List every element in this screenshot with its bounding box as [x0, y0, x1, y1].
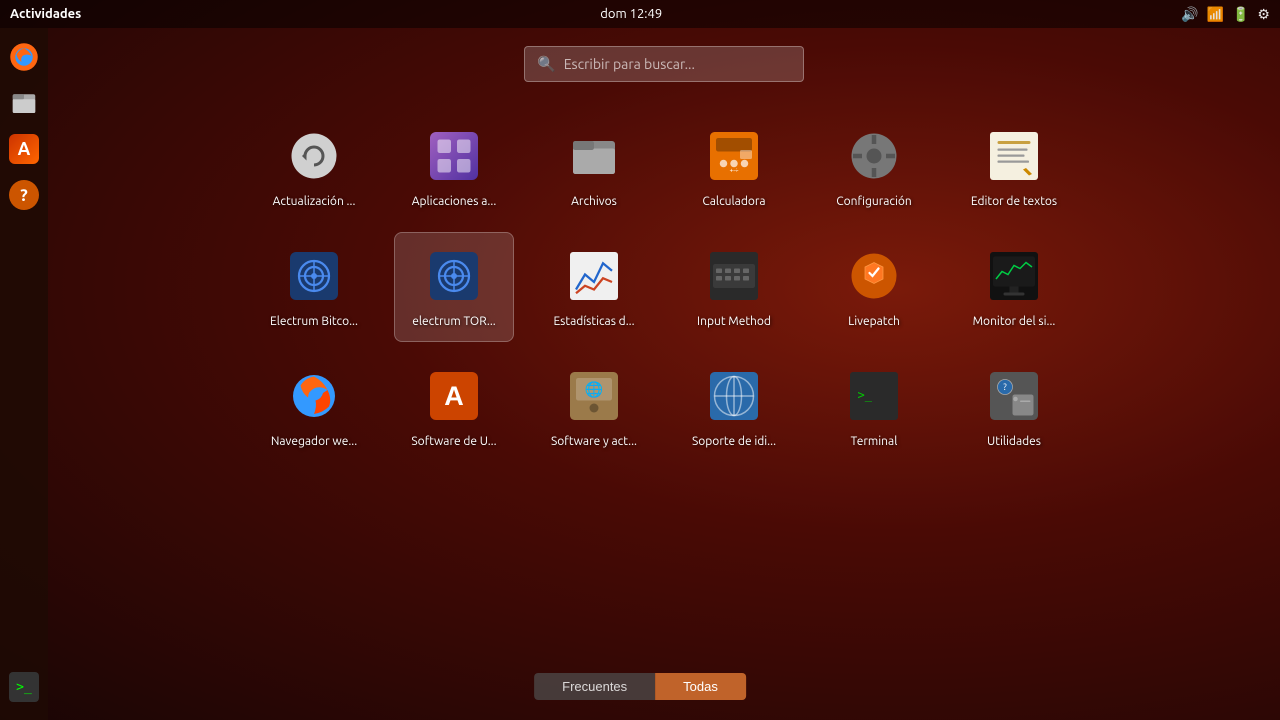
archivos-icon	[562, 124, 626, 188]
tab-todas[interactable]: Todas	[655, 673, 746, 700]
terminal-icon: >_	[842, 364, 906, 428]
inputmethod-icon	[702, 244, 766, 308]
files-icon	[9, 88, 39, 118]
help-icon: ?	[9, 180, 39, 210]
svg-text:A: A	[444, 381, 464, 411]
electrum-tor-icon	[422, 244, 486, 308]
datetime-label: dom 12:49	[600, 7, 662, 21]
app-item-soporte[interactable]: Soporte de idi...	[674, 352, 794, 462]
configuracion-label: Configuración	[836, 194, 912, 210]
settings-tray-icon[interactable]: ⚙	[1257, 6, 1270, 23]
navegador-icon	[282, 364, 346, 428]
power-icon: 🔋	[1232, 6, 1249, 23]
app-item-monitor[interactable]: Monitor del si...	[954, 232, 1074, 342]
main-content: 🔍 Escribir para buscar... Actualización …	[48, 28, 1280, 720]
app-item-software[interactable]: A Software de U...	[394, 352, 514, 462]
monitor-label: Monitor del si...	[973, 314, 1056, 330]
apps-grid: Actualización ... Aplicaciones a... Archiv…	[249, 112, 1079, 462]
firefox-icon	[9, 42, 39, 72]
svg-text:🌐: 🌐	[585, 381, 604, 399]
app-item-utilidades[interactable]: ? Utilidades	[954, 352, 1074, 462]
app-item-configuracion[interactable]: Configuración	[814, 112, 934, 222]
navegador-label: Navegador we...	[271, 434, 357, 450]
archivos-label: Archivos	[571, 194, 617, 210]
sidebar-item-help[interactable]: ?	[3, 174, 45, 216]
search-placeholder-text: Escribir para buscar...	[564, 56, 695, 72]
electrum-icon	[282, 244, 346, 308]
tab-frecuentes[interactable]: Frecuentes	[534, 673, 655, 700]
app-item-livepatch[interactable]: Livepatch	[814, 232, 934, 342]
calculadora-icon: +-÷	[702, 124, 766, 188]
svg-text:>_: >_	[858, 388, 873, 402]
soporte-icon	[702, 364, 766, 428]
sidebar-item-files[interactable]	[3, 82, 45, 124]
sidebar-item-firefox[interactable]	[3, 36, 45, 78]
font-icon: A	[9, 134, 39, 164]
inputmethod-label: Input Method	[697, 314, 771, 330]
app-item-navegador[interactable]: Navegador we...	[254, 352, 374, 462]
livepatch-label: Livepatch	[848, 314, 900, 330]
app-item-archivos[interactable]: Archivos	[534, 112, 654, 222]
monitor-icon	[982, 244, 1046, 308]
app-item-softwareact[interactable]: 🌐 Software y act...	[534, 352, 654, 462]
livepatch-icon	[842, 244, 906, 308]
utilidades-icon: ?	[982, 364, 1046, 428]
system-tray: 🔊 📶 🔋 ⚙	[1181, 6, 1270, 23]
configuracion-icon	[842, 124, 906, 188]
soporte-label: Soporte de idi...	[692, 434, 776, 450]
app-item-terminal[interactable]: >_ Terminal	[814, 352, 934, 462]
softwareact-label: Software y act...	[551, 434, 637, 450]
estadisticas-label: Estadísticas d...	[553, 314, 634, 330]
sidebar: A ? >_	[0, 28, 48, 720]
editor-label: Editor de textos	[971, 194, 1057, 210]
calculadora-label: Calculadora	[702, 194, 765, 210]
terminal-sidebar-icon: >_	[9, 672, 39, 702]
software-icon: A	[422, 364, 486, 428]
actualizacion-label: Actualización ...	[273, 194, 356, 210]
app-item-calculadora[interactable]: +-÷ Calculadora	[674, 112, 794, 222]
top-bar: Actividades dom 12:49 🔊 📶 🔋 ⚙	[0, 0, 1280, 28]
activities-label[interactable]: Actividades	[10, 7, 81, 21]
softwareact-icon: 🌐	[562, 364, 626, 428]
search-bar[interactable]: 🔍 Escribir para buscar...	[524, 46, 804, 82]
search-container: 🔍 Escribir para buscar...	[524, 46, 804, 82]
electrum-label: Electrum Bitco...	[270, 314, 358, 330]
volume-icon: 📶	[1207, 6, 1224, 23]
network-icon: 🔊	[1181, 6, 1198, 23]
app-item-editor[interactable]: Editor de textos	[954, 112, 1074, 222]
app-item-electrum[interactable]: Electrum Bitco...	[254, 232, 374, 342]
app-item-inputmethod[interactable]: Input Method	[674, 232, 794, 342]
app-item-electrum-tor[interactable]: electrum TOR...	[394, 232, 514, 342]
actualizacion-icon	[282, 124, 346, 188]
software-label: Software de U...	[411, 434, 496, 450]
terminal-label: Terminal	[851, 434, 898, 450]
sidebar-item-terminal[interactable]: >_	[3, 666, 45, 708]
estadisticas-icon	[562, 244, 626, 308]
aplicaciones-icon	[422, 124, 486, 188]
editor-icon	[982, 124, 1046, 188]
electrum-tor-label: electrum TOR...	[412, 314, 496, 330]
utilidades-label: Utilidades	[987, 434, 1041, 450]
bottom-tabs: Frecuentes Todas	[534, 673, 746, 700]
search-icon: 🔍	[537, 55, 556, 73]
app-item-aplicaciones[interactable]: Aplicaciones a...	[394, 112, 514, 222]
aplicaciones-label: Aplicaciones a...	[412, 194, 497, 210]
svg-text:?: ?	[1003, 382, 1007, 392]
svg-text:+-÷: +-÷	[730, 169, 740, 175]
app-item-estadisticas[interactable]: Estadísticas d...	[534, 232, 654, 342]
app-item-actualizacion[interactable]: Actualización ...	[254, 112, 374, 222]
sidebar-item-fonts[interactable]: A	[3, 128, 45, 170]
